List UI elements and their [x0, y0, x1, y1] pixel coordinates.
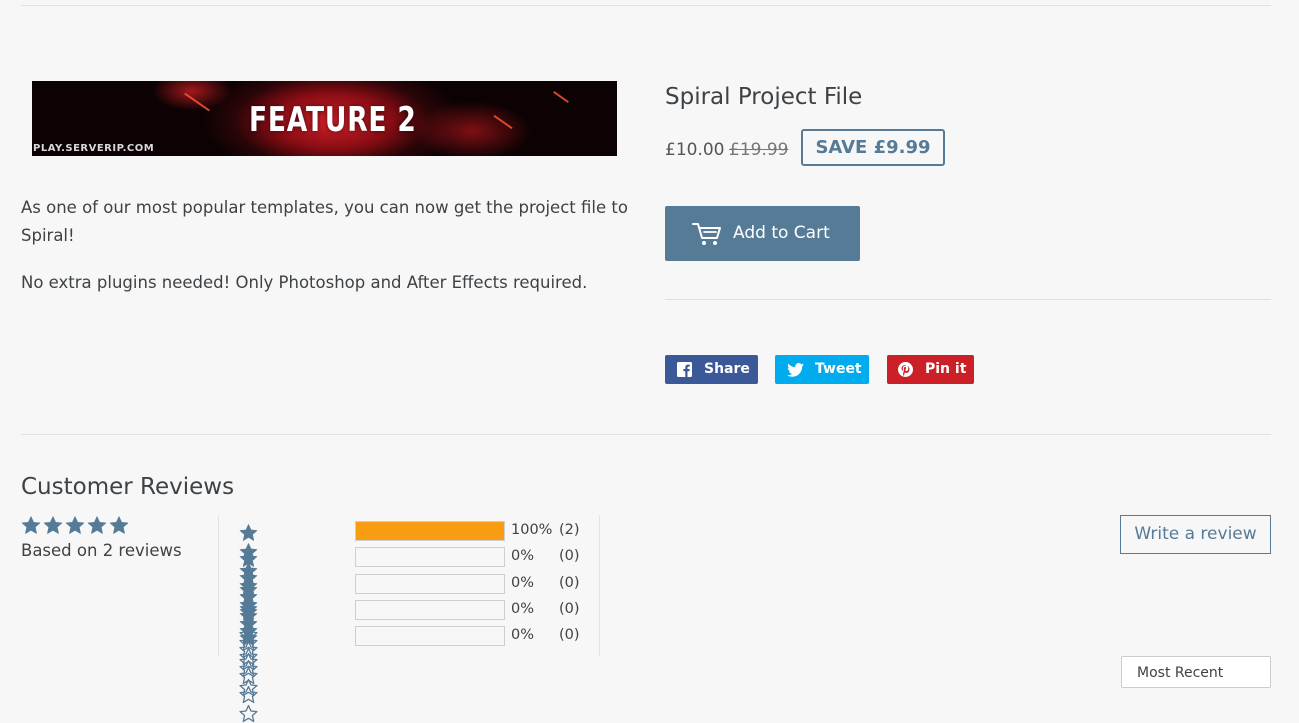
star-empty-icon — [239, 647, 258, 666]
rating-percent: 100% — [511, 522, 553, 538]
rating-bar — [355, 600, 505, 620]
sort-reviews-select[interactable]: Most Recent — [1121, 656, 1271, 688]
rating-bar — [355, 626, 505, 646]
star-full-icon — [239, 603, 258, 620]
banner-streak — [553, 91, 569, 103]
star-empty-icon — [239, 704, 258, 723]
rating-bar-fill — [356, 522, 504, 540]
banner-glow — [412, 101, 532, 156]
share-twitter-button[interactable]: Tweet — [775, 355, 869, 384]
star-full-icon — [239, 550, 258, 567]
reviews-count-text: Based on 2 reviews — [21, 541, 182, 560]
star-empty-icon — [239, 666, 258, 685]
star-empty-icon — [239, 685, 258, 704]
star-full-icon — [87, 516, 107, 534]
rating-bar — [355, 547, 505, 567]
facebook-icon — [677, 362, 692, 381]
add-to-cart-label: Add to Cart — [733, 223, 830, 243]
share-pinterest-label: Pin it — [925, 361, 967, 377]
rating-count: (0) — [559, 575, 580, 591]
rating-count: (0) — [559, 601, 580, 617]
star-full-icon — [21, 516, 41, 534]
average-rating-stars — [21, 515, 131, 535]
banner-glow — [152, 81, 232, 111]
product-title: Spiral Project File — [665, 84, 863, 110]
sort-reviews-label: Most Recent — [1137, 665, 1224, 681]
rating-count: (0) — [559, 548, 580, 564]
rating-bar — [355, 521, 505, 541]
star-full-icon — [239, 629, 258, 646]
star-full-icon — [43, 516, 63, 534]
star-full-icon — [239, 524, 258, 541]
add-to-cart-button[interactable]: Add to Cart — [665, 206, 860, 261]
twitter-icon — [787, 363, 804, 381]
share-pinterest-button[interactable]: Pin it — [887, 355, 974, 384]
rating-count: (0) — [559, 627, 580, 643]
cart-icon — [692, 222, 722, 251]
save-badge: SAVE £9.99 — [801, 129, 945, 166]
write-review-button[interactable]: Write a review — [1120, 515, 1271, 554]
banner-url: PLAY.SERVERIP.COM — [33, 143, 155, 154]
star-full-icon — [239, 577, 258, 594]
star-full-icon — [65, 516, 85, 534]
compare-price: £19.99 — [729, 140, 789, 160]
share-facebook-label: Share — [704, 361, 750, 377]
description-paragraph-2: No extra plugins needed! Only Photoshop … — [21, 273, 588, 292]
reviews-column-divider — [599, 515, 600, 656]
product-image[interactable]: FEATURE 2 PLAY.SERVERIP.COM — [32, 81, 617, 156]
rating-bar — [355, 574, 505, 594]
reviews-title: Customer Reviews — [21, 474, 235, 500]
banner-title: FEATURE 2 — [249, 100, 417, 140]
rating-count: (2) — [559, 522, 580, 538]
pinterest-icon — [898, 362, 913, 381]
rating-percent: 0% — [511, 627, 535, 643]
rating-percent: 0% — [511, 548, 535, 564]
share-twitter-label: Tweet — [815, 361, 862, 377]
sale-price: £10.00 — [665, 140, 725, 160]
product-divider — [665, 299, 1271, 300]
rating-percent: 0% — [511, 601, 535, 617]
reviews-column-divider — [218, 515, 219, 656]
rating-row-stars — [239, 628, 260, 723]
share-facebook-button[interactable]: Share — [665, 355, 758, 384]
description-paragraph-1: As one of our most popular templates, yo… — [21, 198, 628, 245]
reviews-divider — [21, 434, 1271, 435]
top-divider — [21, 5, 1271, 6]
star-full-icon — [109, 516, 129, 534]
rating-percent: 0% — [511, 575, 535, 591]
